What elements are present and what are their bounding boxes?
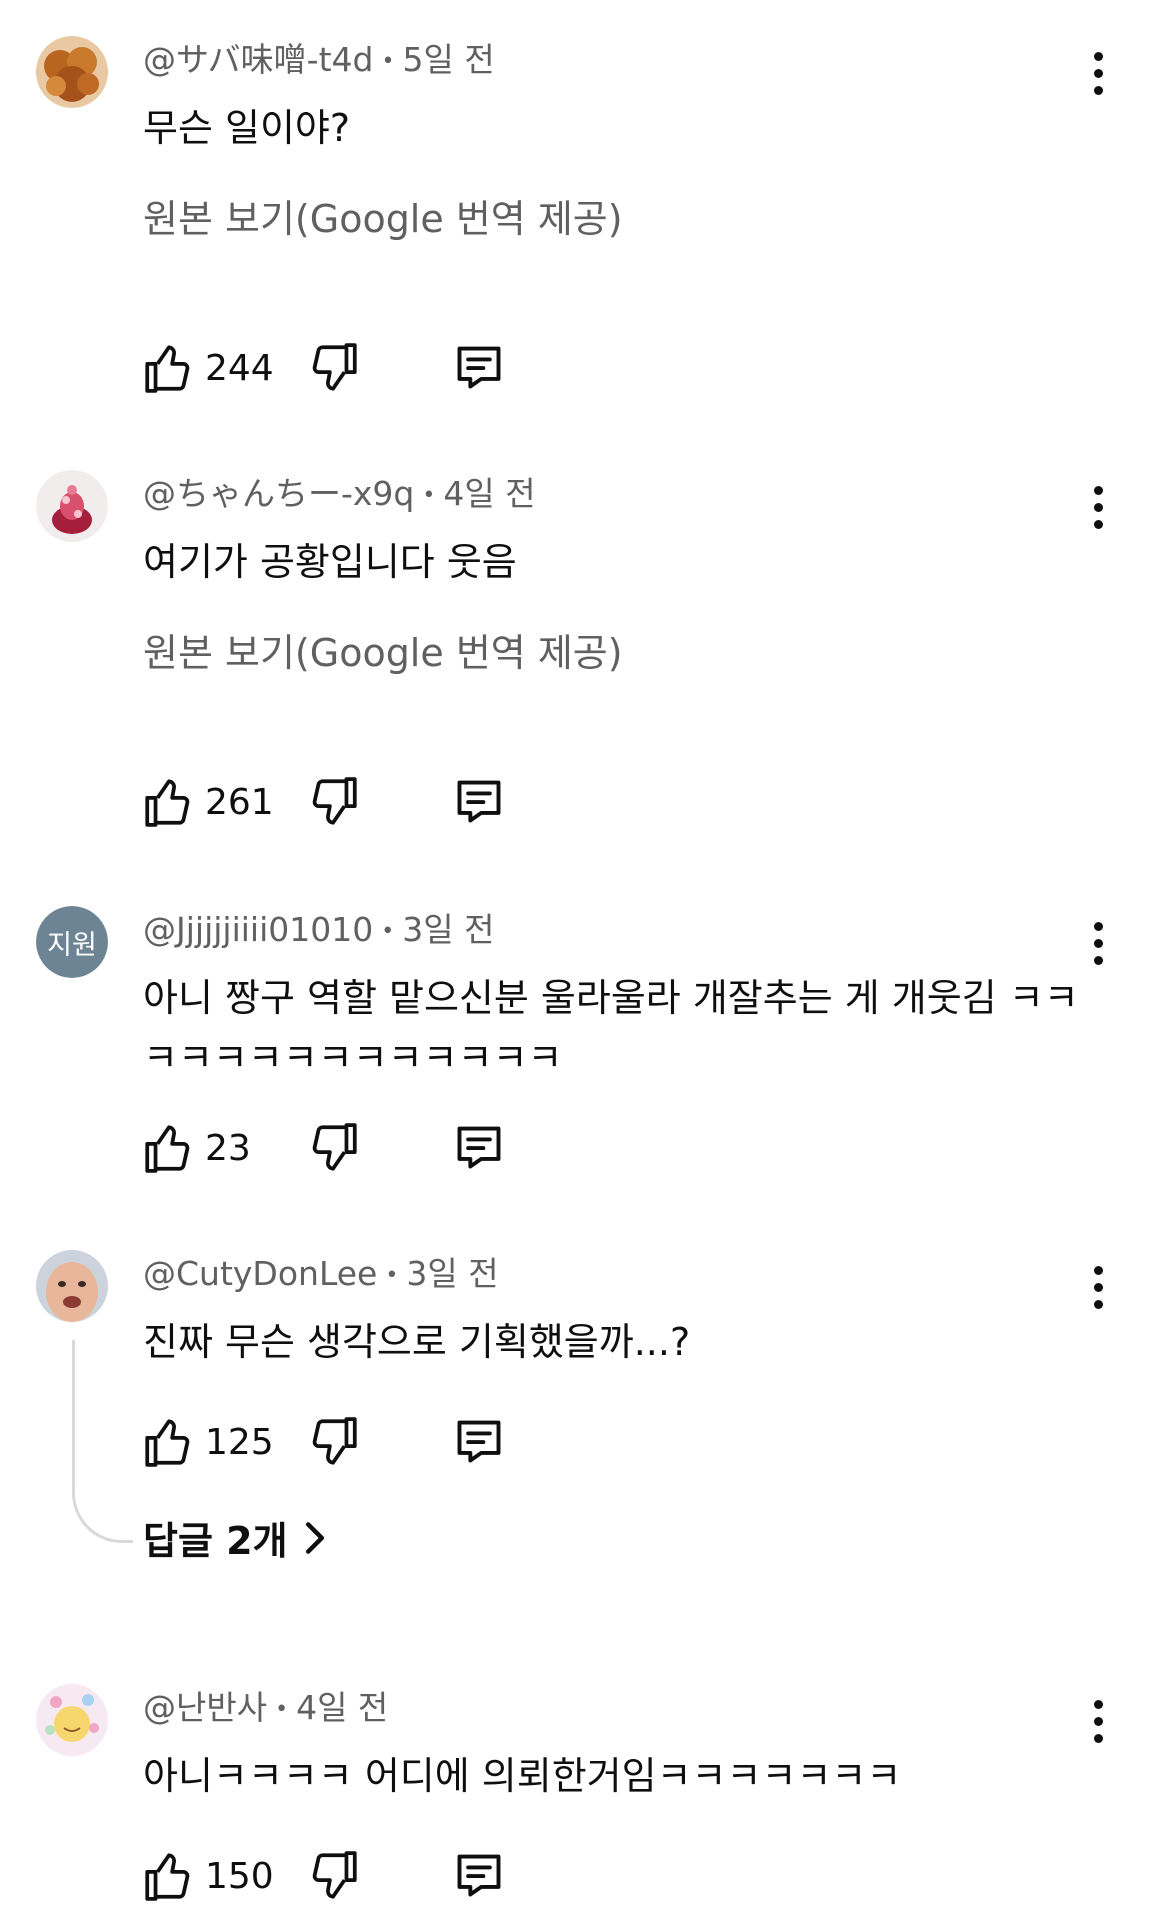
dislike-button[interactable]	[309, 1415, 359, 1469]
dislike-button[interactable]	[309, 341, 359, 395]
comment-meta: @ちゃんちー-x9q • 4일 전	[143, 474, 536, 516]
comment-meta: @Jjjjjjiiii01010 • 3일 전	[143, 910, 494, 952]
avatar[interactable]: 지원	[36, 906, 108, 978]
like-count: 23	[205, 1127, 251, 1169]
comment-text: 진짜 무슨 생각으로 기획했을까...?	[143, 1320, 691, 1364]
like-button[interactable]: 261	[143, 775, 274, 829]
separator-dot: •	[381, 48, 395, 74]
thread-connector	[72, 1340, 133, 1543]
comment-actions: 244	[143, 341, 543, 397]
dislike-button[interactable]	[309, 1849, 359, 1903]
like-count: 150	[205, 1855, 274, 1897]
author-name[interactable]: @ちゃんちー-x9q	[143, 474, 414, 513]
comment-actions: 23	[143, 1121, 543, 1177]
author-name[interactable]: @Jjjjjjiiii01010	[143, 910, 373, 949]
like-count: 125	[205, 1421, 274, 1463]
like-count: 244	[205, 347, 274, 389]
comment-meta: @난반사 • 4일 전	[143, 1688, 388, 1730]
like-button[interactable]: 150	[143, 1849, 274, 1903]
separator-dot: •	[275, 1696, 289, 1722]
comment-reply-icon	[457, 1420, 501, 1463]
dislike-button[interactable]	[309, 775, 359, 829]
comment-time: 4일 전	[443, 474, 536, 513]
like-button[interactable]: 23	[143, 1121, 251, 1175]
reply-button[interactable]	[453, 341, 505, 393]
more-vert-icon[interactable]	[1078, 482, 1118, 532]
comment-meta: @CutyDonLee • 3일 전	[143, 1254, 499, 1296]
more-vert-icon[interactable]	[1078, 1696, 1118, 1746]
like-button[interactable]: 244	[143, 341, 274, 395]
chevron-right-icon	[305, 1521, 324, 1554]
thumbs-up-icon	[145, 779, 190, 827]
avatar[interactable]	[36, 470, 108, 542]
reply-button[interactable]	[453, 1121, 505, 1173]
comment-reply-icon	[457, 1854, 501, 1897]
comment-time: 3일 전	[406, 1254, 499, 1293]
more-vert-icon[interactable]	[1078, 1262, 1118, 1312]
thumbs-up-icon	[145, 345, 190, 393]
thumbs-down-icon	[312, 1417, 357, 1465]
thumbs-up-icon	[145, 1853, 190, 1901]
reply-button[interactable]	[453, 775, 505, 827]
author-name[interactable]: @CutyDonLee	[143, 1254, 377, 1293]
avatar[interactable]	[36, 1250, 108, 1322]
separator-dot: •	[385, 1262, 399, 1288]
avatar[interactable]	[36, 36, 108, 108]
reply-button[interactable]	[453, 1849, 505, 1901]
replies-count-label: 답글 2개	[143, 1519, 288, 1563]
author-name[interactable]: @サバ味噌-t4d	[143, 40, 373, 79]
comment-time: 4일 전	[296, 1688, 389, 1727]
dislike-button[interactable]	[309, 1121, 359, 1175]
thumbs-up-icon	[145, 1419, 190, 1467]
reply-button[interactable]	[453, 1415, 505, 1467]
author-name[interactable]: @난반사	[143, 1688, 267, 1727]
comment-text: 여기가 공황입니다 웃음	[143, 540, 517, 584]
like-button[interactable]: 125	[143, 1415, 274, 1469]
avatar-letters: 지원	[36, 906, 108, 978]
comment-text: 무슨 일이야?	[143, 106, 351, 150]
avatar[interactable]	[36, 1684, 108, 1756]
translate-link[interactable]: 원본 보기(Google 번역 제공)	[143, 194, 623, 244]
more-vert-icon[interactable]	[1078, 918, 1118, 968]
comment-meta: @サバ味噌-t4d • 5일 전	[143, 40, 495, 82]
thumbs-down-icon	[312, 1851, 357, 1899]
like-count: 261	[205, 781, 274, 823]
thumbs-down-icon	[312, 343, 357, 391]
comment-time: 3일 전	[402, 910, 495, 949]
comment-reply-icon	[457, 780, 501, 823]
separator-dot: •	[422, 482, 436, 508]
comment-time: 5일 전	[402, 40, 495, 79]
comment-reply-icon	[457, 1126, 501, 1169]
thumbs-down-icon	[312, 1123, 357, 1171]
comment-text: 아니ㅋㅋㅋㅋ 어디에 의뢰한거임ㅋㅋㅋㅋㅋㅋㅋ	[143, 1754, 902, 1798]
separator-dot: •	[381, 918, 395, 944]
comment-actions: 261	[143, 775, 543, 831]
view-replies-button[interactable]: 답글 2개	[143, 1510, 326, 1565]
more-vert-icon[interactable]	[1078, 48, 1118, 98]
thumbs-up-icon	[145, 1125, 190, 1173]
comment-reply-icon	[457, 346, 501, 389]
thumbs-down-icon	[312, 777, 357, 825]
comment-actions: 125	[143, 1415, 543, 1471]
translate-link[interactable]: 원본 보기(Google 번역 제공)	[143, 628, 623, 678]
comment-text: 아니 짱구 역할 맡으신분 울라울라 개잘추는 게 개웃김 ㅋㅋㅋㅋㅋㅋㅋㅋㅋㅋ…	[143, 976, 1079, 1080]
comment-actions: 150	[143, 1849, 543, 1905]
